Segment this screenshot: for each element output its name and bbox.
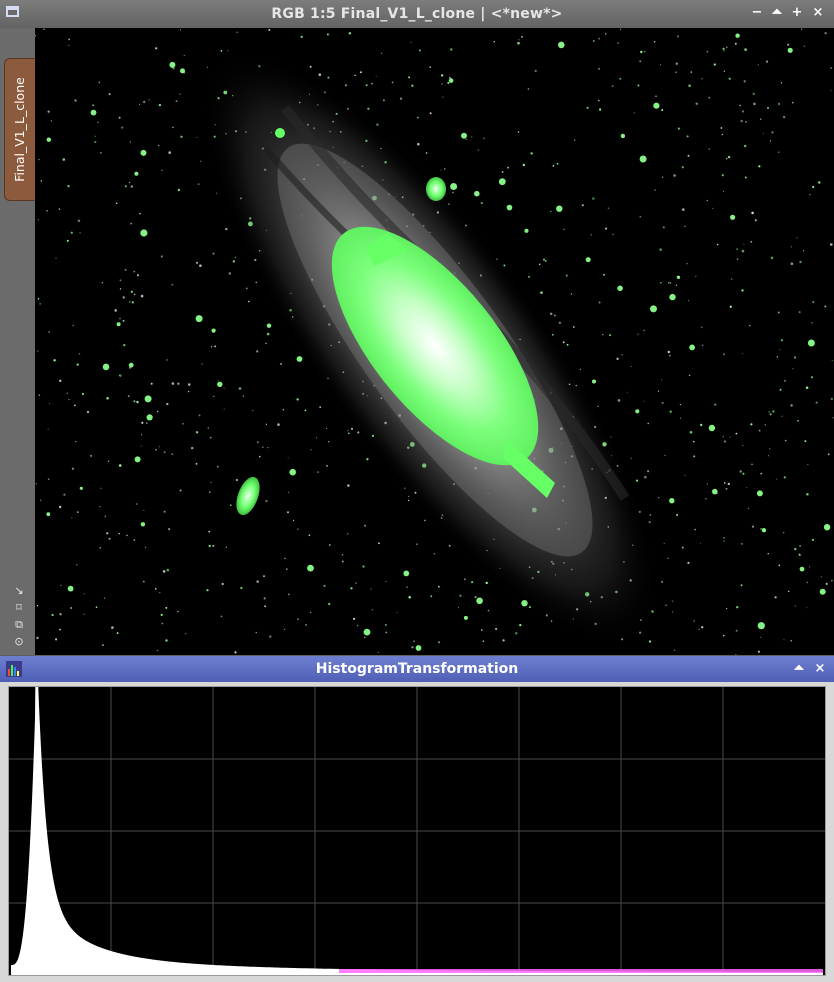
image-window: RGB 1:5 Final_V1_L_clone | <*new*> − ⏶ +… bbox=[0, 0, 834, 655]
histogram-plot[interactable] bbox=[8, 686, 826, 976]
clipped-tail bbox=[339, 969, 823, 973]
image-view-canvas[interactable] bbox=[35, 28, 834, 655]
histogram-titlebar[interactable]: HistogramTransformation ⏶ × bbox=[0, 656, 834, 682]
pan-tool-icon[interactable]: ⌑ bbox=[12, 601, 26, 615]
maximize-icon[interactable]: + bbox=[788, 4, 806, 22]
galaxy-image bbox=[35, 28, 834, 655]
view-id-label: Final_V1_L_clone bbox=[12, 77, 27, 182]
close-icon[interactable]: × bbox=[811, 660, 829, 678]
histogram-window: HistogramTransformation ⏶ × bbox=[0, 656, 834, 982]
shade-icon[interactable]: ⏶ bbox=[790, 660, 808, 678]
close-icon[interactable]: × bbox=[809, 4, 827, 22]
image-titlebar[interactable]: RGB 1:5 Final_V1_L_clone | <*new*> − ⏶ +… bbox=[0, 0, 834, 28]
arrow-tool-icon[interactable]: ↘ bbox=[12, 584, 26, 598]
image-window-title: RGB 1:5 Final_V1_L_clone | <*new*> bbox=[271, 6, 563, 22]
target-icon[interactable]: ⊙ bbox=[12, 635, 26, 649]
shade-icon[interactable]: ⏶ bbox=[768, 4, 786, 22]
image-sidebar: Final_V1_L_clone ↘ ⌑ ⧉ ⊙ bbox=[0, 28, 35, 655]
histogram-window-title: HistogramTransformation bbox=[315, 661, 519, 677]
histogram-graph bbox=[9, 687, 825, 975]
minimize-icon[interactable]: − bbox=[748, 4, 766, 22]
zoom-fit-icon[interactable]: ⧉ bbox=[12, 618, 26, 632]
view-id-tab[interactable]: Final_V1_L_clone bbox=[4, 58, 35, 201]
